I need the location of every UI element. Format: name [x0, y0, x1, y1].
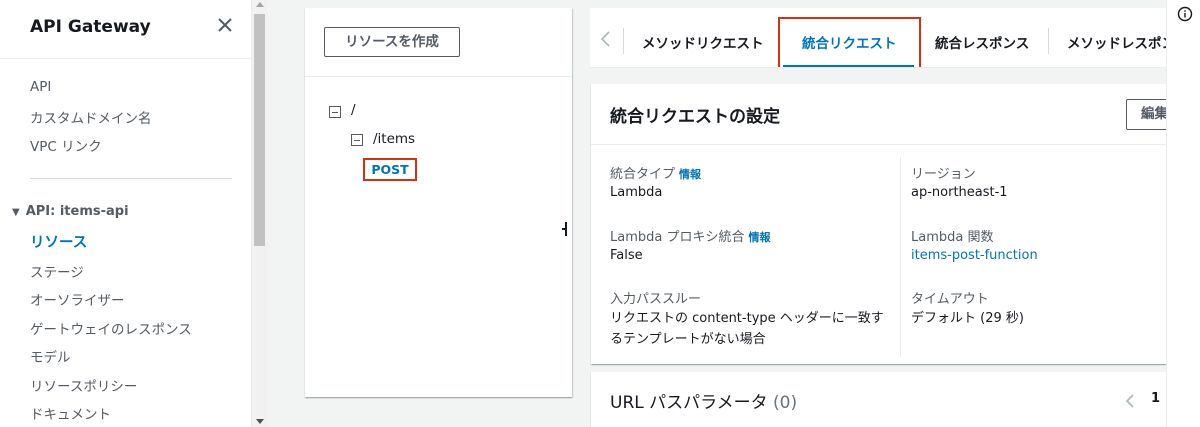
region-label: リージョン [911, 167, 976, 182]
sidebar: API Gateway API カスタムドメイン名 VPC リンク ▼ API: … [0, 0, 252, 427]
card-title: 統合リクエストの設定 [610, 107, 780, 127]
sidebar-item-vpc-links[interactable]: VPC リンク [30, 135, 102, 155]
info-icon[interactable] [1177, 6, 1193, 22]
sidebar-item-gateway-responses[interactable]: ゲートウェイのレスポンス [30, 318, 192, 338]
panel-divider [305, 76, 572, 77]
collapse-box-icon[interactable] [351, 134, 363, 146]
collapse-box-icon[interactable] [329, 106, 341, 118]
timeout-value: デフォルト (29 秒) [911, 311, 1024, 326]
chevron-left-icon[interactable] [598, 30, 614, 48]
resource-items[interactable]: /items [373, 131, 415, 147]
edit-button[interactable]: 編集 [1126, 99, 1166, 130]
integration-type-value: Lambda [610, 185, 663, 200]
panel-resize-handle[interactable] [562, 222, 568, 236]
method-tabs: メソッドリクエスト 統合リクエスト 統合レスポンス メソッドレスポンス [590, 8, 1166, 68]
lambda-function-label: Lambda 関数 [911, 230, 994, 245]
info-link[interactable]: 情報 [748, 231, 770, 244]
tab-method-request[interactable]: メソッドリクエスト [642, 32, 764, 52]
caret-down-icon: ▼ [12, 207, 20, 218]
tab-divider [1048, 28, 1049, 54]
url-params-title: URL パスパラメータ (0) [610, 388, 797, 413]
scroll-up-arrow-icon[interactable] [256, 2, 264, 7]
tab-highlight-box [778, 17, 921, 68]
create-resource-button[interactable]: リソースを作成 [324, 27, 460, 57]
card-divider [591, 144, 1166, 145]
integration-request-card: 統合リクエストの設定 編集 統合タイプ 情報 Lambda Lambda プロキシ… [591, 84, 1166, 364]
right-utility-rail [1166, 0, 1200, 427]
tab-method-response[interactable]: メソッドレスポンス [1067, 32, 1166, 52]
tab-divider [623, 28, 624, 54]
sidebar-item-resources[interactable]: リソース [30, 231, 87, 252]
column-divider [900, 157, 901, 357]
sidebar-item-documentation[interactable]: ドキュメント [30, 403, 111, 423]
sidebar-divider [30, 178, 232, 179]
sidebar-item-resource-policy[interactable]: リソースポリシー [30, 375, 137, 395]
sidebar-section-label: API: items-api [25, 204, 129, 219]
lambda-function-link[interactable]: items-post-function [911, 245, 1038, 267]
resource-tree-panel: リソースを作成 / /items POST [305, 8, 572, 397]
passthrough-value-line1: リクエストの content-type ヘッダーに一致す [610, 311, 884, 326]
pagination-current-page[interactable]: 1 [1151, 391, 1160, 406]
sidebar-scrollbar[interactable] [252, 0, 267, 427]
timeout-label: タイムアウト [911, 292, 989, 307]
sidebar-item-stages[interactable]: ステージ [30, 261, 84, 281]
sidebar-section-api[interactable]: ▼ API: items-api [12, 204, 129, 219]
region-value: ap-northeast-1 [911, 185, 1008, 200]
field-label: Lambda プロキシ統合 [610, 230, 745, 245]
passthrough-value-line2: るテンプレートがない場合 [610, 332, 766, 347]
sidebar-item-models[interactable]: モデル [30, 346, 71, 366]
sidebar-divider [0, 58, 251, 59]
field-label: 統合タイプ [610, 167, 676, 182]
sidebar-item-api[interactable]: API [30, 79, 51, 95]
integration-type-label: 統合タイプ 情報 [610, 163, 701, 182]
close-icon[interactable] [214, 14, 236, 36]
tabs-divider [590, 67, 1166, 68]
sidebar-item-authorizers[interactable]: オーソライザー [30, 289, 125, 309]
scrollbar-thumb[interactable] [254, 14, 265, 246]
scroll-down-arrow-icon[interactable] [256, 419, 264, 424]
url-path-params-card: URL パスパラメータ (0) 1 [591, 372, 1166, 427]
info-link[interactable]: 情報 [679, 168, 701, 181]
lambda-proxy-value: False [610, 248, 643, 263]
resource-root[interactable]: / [351, 102, 356, 118]
tab-integration-response[interactable]: 統合レスポンス [935, 32, 1029, 52]
url-params-heading: URL パスパラメータ [610, 393, 768, 413]
method-post-link[interactable]: POST [363, 158, 417, 181]
sidebar-title: API Gateway [30, 17, 151, 37]
chevron-left-icon[interactable] [1123, 392, 1137, 410]
lambda-proxy-label: Lambda プロキシ統合 情報 [610, 226, 770, 245]
passthrough-label: 入力パススルー [610, 292, 702, 307]
url-params-count: (0) [773, 393, 798, 413]
sidebar-item-custom-domains[interactable]: カスタムドメイン名 [30, 107, 152, 127]
